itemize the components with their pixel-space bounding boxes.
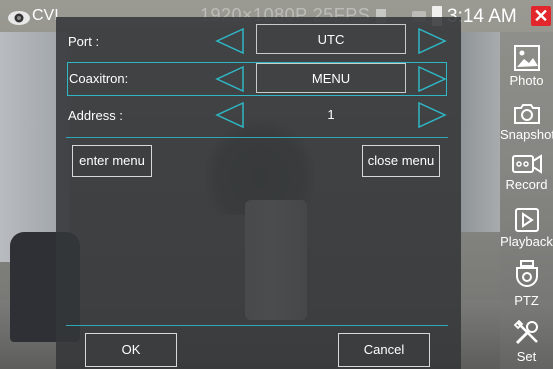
photo-label: Photo [509,73,544,88]
record-button[interactable]: Record [500,152,553,192]
ptz-button[interactable]: PTZ [500,260,553,308]
divider-top [66,137,448,138]
app-label: CVI [32,7,59,24]
record-label: Record [505,177,548,192]
ptz-icon [515,260,538,287]
ptz-label: PTZ [514,293,539,308]
preview-window-right [460,32,500,232]
close-menu-button[interactable]: close menu [362,145,440,177]
coaxitron-value: MENU [256,63,406,93]
ok-button[interactable]: OK [85,333,177,367]
port-next-arrow-icon[interactable] [417,28,447,54]
set-button[interactable]: Set [500,318,553,364]
photo-icon [513,45,540,71]
coaxitron-next-arrow-icon[interactable] [417,66,447,92]
address-next-arrow-icon[interactable] [417,102,447,128]
playback-label: Playback [500,234,553,249]
port-prev-arrow-icon[interactable] [215,28,245,54]
snapshot-button[interactable]: Snapshot [500,102,553,142]
photo-button[interactable]: Photo [500,44,553,88]
camera-icon [513,104,540,124]
divider-bottom [66,325,448,326]
enter-menu-button[interactable]: enter menu [72,145,152,177]
video-icon [511,154,542,174]
set-label: Set [516,349,537,364]
play-icon [514,208,539,232]
cctv-camera-icon [8,11,30,25]
address-label: Address : [68,108,123,123]
address-prev-arrow-icon[interactable] [215,102,245,128]
close-button[interactable]: ✕ [531,6,551,26]
port-value: UTC [256,24,406,54]
coaxitron-label: Coaxitron: [69,71,129,86]
tools-icon [513,319,538,345]
right-toolbar: Photo Snapshot Record Playback PTZ Set [500,32,553,369]
playback-button[interactable]: Playback [500,207,553,249]
address-value: 1 [327,107,335,122]
cancel-button[interactable]: Cancel [338,333,430,367]
snapshot-label: Snapshot [500,127,553,142]
coaxitron-prev-arrow-icon[interactable] [215,66,245,92]
port-label: Port : [68,34,100,49]
